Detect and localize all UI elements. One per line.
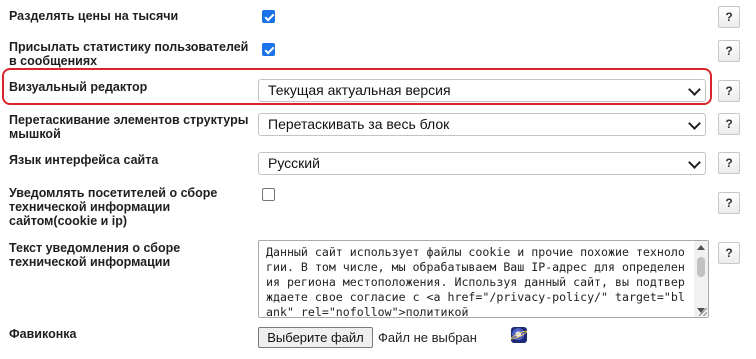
language-help-button[interactable]: ? <box>718 152 740 174</box>
stats-checkbox[interactable] <box>262 43 275 56</box>
stats-help-button[interactable]: ? <box>718 40 740 62</box>
language-label: Язык интерфейса сайта <box>9 153 159 167</box>
notify-checkbox[interactable] <box>262 188 275 201</box>
notify-help-button[interactable]: ? <box>718 192 740 214</box>
scroll-up-icon[interactable] <box>697 245 705 250</box>
chevron-down-icon <box>688 156 701 169</box>
notice-text-help-button[interactable]: ? <box>718 242 740 264</box>
notice-text-textarea[interactable]: Данный сайт использует файлы cookie и пр… <box>258 240 709 318</box>
setting-row-language: Язык интерфейса сайта Русский ? <box>0 148 756 180</box>
visual-editor-value: Текущая актуальная версия <box>268 82 451 98</box>
language-value: Русский <box>268 155 320 171</box>
thousands-checkbox[interactable] <box>262 10 275 23</box>
setting-row-thousands: Разделять цены на тысячи ? <box>0 0 756 34</box>
language-select[interactable]: Русский <box>258 152 706 175</box>
file-status: Файл не выбран <box>378 330 477 345</box>
thousands-label: Разделять цены на тысячи <box>9 9 179 23</box>
chevron-down-icon <box>688 83 701 96</box>
choose-file-button[interactable]: Выберите файл <box>258 327 373 348</box>
visual-editor-select[interactable]: Текущая актуальная версия <box>258 79 706 102</box>
scroll-thumb[interactable] <box>697 257 705 277</box>
setting-row-notify: Уведомлять посетителей о сборе техническ… <box>0 180 756 236</box>
setting-row-drag: Перетаскивание элементов структуры мышко… <box>0 108 756 148</box>
planet-icon <box>511 327 527 343</box>
drag-label: Перетаскивание элементов структуры мышко… <box>9 113 249 141</box>
setting-row-stats: Присылать статистику пользователей в соо… <box>0 34 756 68</box>
notify-label: Уведомлять посетителей о сборе техническ… <box>9 186 218 228</box>
drag-select[interactable]: Перетаскивать за весь блок <box>258 113 706 136</box>
drag-value: Перетаскивать за весь блок <box>268 116 450 132</box>
notice-text-value: Данный сайт использует файлы cookie и пр… <box>266 245 685 318</box>
textarea-scrollbar[interactable] <box>694 241 708 317</box>
notice-text-label: Текст уведомления о сборе технической ин… <box>9 241 181 269</box>
visual-editor-help-button[interactable]: ? <box>718 80 740 102</box>
resize-grip-icon[interactable] <box>699 308 707 316</box>
drag-help-button[interactable]: ? <box>718 113 740 135</box>
setting-row-visual-editor: Визуальный редактор Текущая актуальная в… <box>0 68 756 108</box>
thousands-help-button[interactable]: ? <box>718 6 740 28</box>
visual-editor-label: Визуальный редактор <box>9 80 148 94</box>
stats-label: Присылать статистику пользователей в соо… <box>9 40 249 68</box>
chevron-down-icon <box>688 117 701 130</box>
favicon-label: Фавиконка <box>9 327 77 341</box>
